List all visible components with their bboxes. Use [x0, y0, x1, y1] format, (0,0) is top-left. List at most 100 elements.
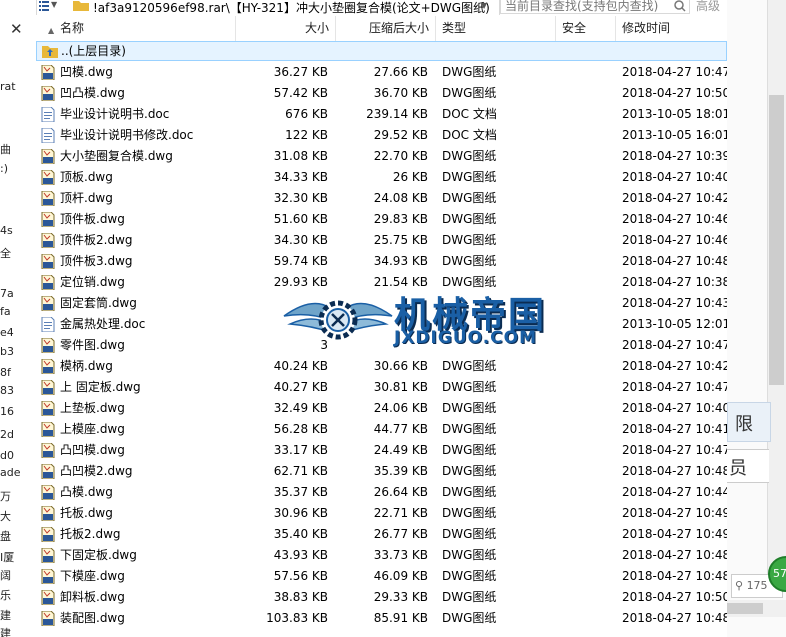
file-row[interactable]: 上模座.dwg 56.28 KB 44.77 KB DWG图纸 2018-04-27 1… — [36, 419, 732, 440]
column-name[interactable]: ▲ 名称 — [36, 16, 236, 41]
column-type[interactable]: 类型 — [436, 16, 556, 41]
file-name: 顶板.dwg — [60, 170, 113, 184]
file-type: DWG图纸 — [442, 506, 497, 520]
file-type: DOC 文档 — [442, 128, 497, 142]
file-type: DOC 文档 — [442, 107, 497, 121]
file-row[interactable]: 大小垫圈复合模.dwg 31.08 KB 22.70 KB DWG图纸 2018-04-… — [36, 146, 732, 167]
file-compressed-size: 46.09 KB — [373, 569, 428, 583]
file-modified: 2018-04-27 10:42: — [622, 191, 732, 205]
left-text-fragment: 盘 — [0, 530, 11, 543]
file-size: 36.27 KB — [273, 65, 328, 79]
file-compressed-size: 35.39 KB — [373, 464, 428, 478]
file-size: 34.30 KB — [273, 233, 328, 247]
file-name: 下固定板.dwg — [60, 548, 137, 562]
file-compressed-size: 34.93 KB — [373, 254, 428, 268]
file-row[interactable]: 下模座.dwg 57.56 KB 46.09 KB DWG图纸 2018-04-27 1… — [36, 566, 732, 587]
file-modified: 2018-04-27 10:48: — [622, 569, 732, 583]
close-icon[interactable]: ✕ — [10, 20, 23, 38]
dwg-file-icon — [41, 65, 55, 80]
left-text-fragment: 建 — [0, 627, 11, 637]
file-size: 34.33 KB — [273, 170, 328, 184]
doc-file-icon — [41, 107, 55, 122]
left-text-fragment: 阔 — [0, 569, 11, 582]
file-row[interactable]: 顶件板2.dwg 34.30 KB 25.75 KB DWG图纸 2018-04-27 … — [36, 230, 732, 251]
file-row[interactable]: 装配图.dwg 103.83 KB 85.91 KB DWG图纸 2018-04-27 … — [36, 608, 732, 629]
file-type: DWG图纸 — [442, 548, 497, 562]
scrollbar-thumb[interactable] — [769, 95, 784, 385]
file-size: 56.28 KB — [273, 422, 328, 436]
dwg-file-icon — [41, 506, 55, 521]
file-name: 装配图.dwg — [60, 611, 125, 625]
file-type: DWG图纸 — [442, 485, 497, 499]
file-size: 33.17 KB — [273, 443, 328, 457]
file-size: 40.27 KB — [273, 380, 328, 394]
address-bar[interactable]: ▼ !af3a9120596ef98.rar\【HY-321】冲大小垫圈复合模(… — [36, 0, 500, 15]
left-text-fragment: rat — [0, 80, 16, 93]
file-name: 托板.dwg — [60, 506, 113, 520]
column-size[interactable]: 大小 — [236, 16, 336, 41]
doc-file-icon — [41, 128, 55, 143]
background-window-right: 限 员 ⚲ 175 57 — [727, 0, 786, 637]
file-type: DWG图纸 — [442, 401, 497, 415]
file-size: 122 KB — [285, 128, 328, 142]
file-modified: 2018-04-27 10:48: — [622, 254, 732, 268]
file-size: 30.96 KB — [273, 506, 328, 520]
column-security[interactable]: 安全 — [556, 16, 616, 41]
dwg-file-icon — [41, 338, 55, 353]
chevron-down-icon[interactable]: ▼ — [51, 0, 57, 9]
file-row[interactable]: 顶件板.dwg 51.60 KB 29.83 KB DWG图纸 2018-04-27 1… — [36, 209, 732, 230]
file-size: 676 KB — [285, 107, 328, 121]
file-row[interactable]: 上垫板.dwg 32.49 KB 24.06 KB DWG图纸 2018-04-27 1… — [36, 398, 732, 419]
file-name: 毕业设计说明书.doc — [60, 107, 170, 121]
list-view-icon[interactable] — [39, 1, 49, 11]
advanced-search-link[interactable]: 高级 — [696, 0, 720, 14]
file-name: 顶杆.dwg — [60, 191, 113, 205]
left-text-fragment: 2d — [0, 428, 14, 441]
horizontal-scrollbar-thumb[interactable] — [727, 603, 763, 614]
file-row[interactable]: 卸料板.dwg 38.83 KB 29.33 KB DWG图纸 2018-04-27 1… — [36, 587, 732, 608]
column-modified[interactable]: 修改时间 — [616, 16, 727, 41]
file-name: 金属热处理.doc — [60, 317, 146, 331]
file-type: DWG图纸 — [442, 527, 497, 541]
file-size: 38.83 KB — [273, 590, 328, 604]
file-modified: 2018-04-27 10:39: — [622, 149, 732, 163]
left-text-fragment: b3 — [0, 345, 14, 358]
file-size: 35.37 KB — [273, 485, 328, 499]
file-type: DWG图纸 — [442, 212, 497, 226]
file-row[interactable]: 托板2.dwg 35.40 KB 26.77 KB DWG图纸 2018-04-27 1… — [36, 524, 732, 545]
file-row[interactable]: 凸模.dwg 35.37 KB 26.64 KB DWG图纸 2018-04-27 10… — [36, 482, 732, 503]
file-size: 43.93 KB — [273, 548, 328, 562]
file-modified: 2018-04-27 10:49: — [622, 527, 732, 541]
file-row[interactable]: 上 固定板.dwg 40.27 KB 30.81 KB DWG图纸 2018-04-27… — [36, 377, 732, 398]
parent-directory-row[interactable]: ..(上层目录) — [36, 41, 727, 61]
file-modified: 2018-04-27 10:49: — [622, 506, 732, 520]
file-modified: 2018-04-27 10:42: — [622, 359, 732, 373]
file-row[interactable]: 凹模.dwg 36.27 KB 27.66 KB DWG图纸 2018-04-27 10… — [36, 62, 732, 83]
file-row[interactable]: 毕业设计说明书修改.doc 122 KB 29.52 KB DOC 文档 2013-10… — [36, 125, 732, 146]
file-modified: 2018-04-27 10:47: — [622, 65, 732, 79]
file-row[interactable]: 毕业设计说明书.doc 676 KB 239.14 KB DOC 文档 2013-10-… — [36, 104, 732, 125]
file-modified: 2018-04-27 10:48: — [622, 548, 732, 562]
file-row[interactable]: 顶件板3.dwg 59.74 KB 34.93 KB DWG图纸 2018-04-27 … — [36, 251, 732, 272]
search-input[interactable]: 当前目录查找(支持包内查找) — [500, 0, 690, 14]
file-row[interactable]: 顶杆.dwg 32.30 KB 24.08 KB DWG图纸 2018-04-27 10… — [36, 188, 732, 209]
column-compressed-size[interactable]: 压缩后大小 — [336, 16, 436, 41]
file-modified: 2013-10-05 18:01: — [622, 107, 732, 121]
chevron-down-icon[interactable]: ▼ — [481, 1, 487, 10]
file-row[interactable]: 下固定板.dwg 43.93 KB 33.73 KB DWG图纸 2018-04-27 … — [36, 545, 732, 566]
search-icon[interactable] — [674, 0, 686, 12]
file-row[interactable]: 顶板.dwg 34.33 KB 26 KB DWG图纸 2018-04-27 10:40… — [36, 167, 732, 188]
file-size: 59.74 KB — [273, 254, 328, 268]
file-compressed-size: 33.73 KB — [373, 548, 428, 562]
dwg-file-icon — [41, 611, 55, 626]
file-row[interactable]: 凸凹模2.dwg 62.71 KB 35.39 KB DWG图纸 2018-04-27 … — [36, 461, 732, 482]
file-row[interactable]: 托板.dwg 30.96 KB 22.71 KB DWG图纸 2018-04-27 10… — [36, 503, 732, 524]
file-compressed-size: 22.70 KB — [373, 149, 428, 163]
file-type: DWG图纸 — [442, 569, 497, 583]
file-modified: 2018-04-27 10:47: — [622, 443, 732, 457]
file-type: DWG图纸 — [442, 65, 497, 79]
file-name: 大小垫圈复合模.dwg — [60, 149, 173, 163]
file-row[interactable]: 凸凹模.dwg 33.17 KB 24.49 KB DWG图纸 2018-04-27 1… — [36, 440, 732, 461]
file-row[interactable]: 凹凸模.dwg 57.42 KB 36.70 KB DWG图纸 2018-04-27 1… — [36, 83, 732, 104]
file-compressed-size: 26.64 KB — [373, 485, 428, 499]
